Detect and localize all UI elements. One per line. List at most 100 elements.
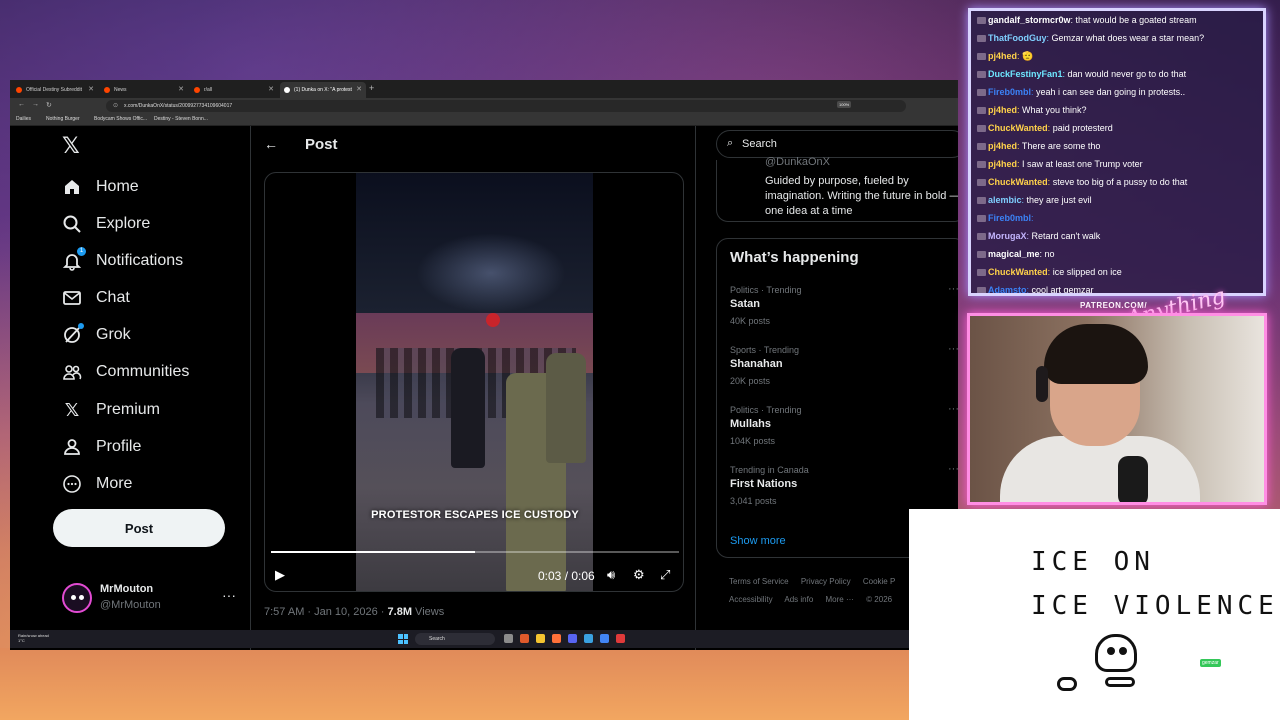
chat-text: paid protesterd [1050, 123, 1113, 133]
taskview-icon[interactable] [504, 634, 513, 643]
chat-username[interactable]: Adamsto [988, 285, 1027, 293]
person-icon [62, 437, 82, 457]
chat-username[interactable]: ChuckWanted [988, 267, 1048, 277]
chat-badge-icon [977, 143, 986, 151]
sidebar-item-explore[interactable]: Explore [62, 211, 150, 237]
chat-username[interactable]: pj4hed [988, 159, 1017, 169]
x-logo-icon[interactable]: 𝕏 [62, 134, 80, 159]
tab-x-post[interactable]: (1) Dunka on X: "A protest ✕ [280, 82, 366, 98]
forward-icon[interactable]: → [32, 101, 39, 108]
chat-username[interactable]: ChuckWanted [988, 123, 1048, 133]
chat-message: pj4hed: I saw at least one Trump voter [977, 159, 1143, 169]
footer-link-ads-info[interactable]: Ads info [784, 595, 813, 604]
more-horizontal-icon[interactable]: ··· [948, 343, 958, 355]
more-horizontal-icon[interactable]: ··· [948, 283, 958, 295]
bookmark-destiny[interactable]: Destiny - Steven Bonn... [154, 116, 208, 122]
bookmark-bodycam[interactable]: Bodycam Shows Offic... [94, 116, 147, 122]
sidebar-item-profile[interactable]: Profile [62, 434, 141, 460]
chat-badge-icon [977, 17, 986, 25]
chat-username[interactable]: pj4hed [988, 141, 1017, 151]
volume-icon[interactable]: 🔊︎ [607, 567, 615, 583]
sidebar-item-premium[interactable]: 𝕏 Premium [62, 397, 160, 423]
folder-icon[interactable] [536, 634, 545, 643]
footer-link-privacy[interactable]: Privacy Policy [801, 577, 851, 586]
chat-username[interactable]: ThatFoodGuy [988, 33, 1047, 43]
back-icon[interactable]: ← [18, 101, 25, 108]
browser-window: Official Destiny Subreddit ✕ News ✕ r/al… [10, 80, 958, 650]
search-input[interactable]: ⌕ Search [716, 130, 958, 158]
chat-message: ThatFoodGuy: Gemzar what does wear a sta… [977, 33, 1204, 43]
chat-username[interactable]: magical_me [988, 249, 1040, 259]
close-icon[interactable]: ✕ [88, 85, 94, 93]
app-icon[interactable] [584, 634, 593, 643]
chat-message: Fireb0mbl: yeah i can see dan going in p… [977, 87, 1185, 97]
tab-rall[interactable]: r/all ✕ [190, 82, 278, 98]
footer-link-accessibility[interactable]: Accessibility [729, 595, 773, 604]
chat-username[interactable]: Fireb0mbl [988, 213, 1031, 223]
more-horizontal-icon[interactable]: ··· [948, 463, 958, 475]
sidebar-item-more[interactable]: More [62, 471, 132, 497]
app-icon[interactable] [520, 634, 529, 643]
sidebar-item-notifications[interactable]: 1 Notifications [62, 247, 183, 274]
sidebar-item-grok[interactable]: Grok [62, 322, 131, 348]
footer-link-more[interactable]: More ··· [826, 595, 854, 604]
trend-item[interactable]: Politics · Trending Mullahs 104K posts ·… [730, 403, 958, 461]
skull-drawing [1095, 634, 1137, 672]
chat-separator: : [1031, 213, 1034, 223]
chat-badge-icon [977, 161, 986, 169]
settings-gear-icon[interactable]: ⚙ [633, 567, 645, 583]
more-horizontal-icon[interactable]: ··· [948, 403, 958, 415]
sidebar-item-chat[interactable]: Chat [62, 285, 130, 311]
chat-username[interactable]: alembic [988, 195, 1022, 205]
taskbar-search[interactable]: Search [415, 633, 495, 645]
weather-widget[interactable]: Rain/snow ahead 1°C [18, 633, 49, 643]
url-input[interactable]: ⊙ x.com/DunkaOnX/status/2009927734109604… [106, 100, 906, 112]
close-icon[interactable]: ✕ [268, 85, 274, 93]
chrome-icon[interactable] [600, 634, 609, 643]
trend-item[interactable]: Politics · Trending Satan 40K posts ··· [730, 283, 958, 341]
close-icon[interactable]: ✕ [356, 85, 362, 93]
sidebar-item-communities[interactable]: Communities [62, 359, 189, 385]
chat-username[interactable]: pj4hed [988, 105, 1017, 115]
video-progress-bar[interactable] [271, 551, 679, 553]
chat-username[interactable]: ChuckWanted [988, 177, 1048, 187]
sidebar-item-label: Home [96, 178, 139, 195]
chat-username[interactable]: DuckFestinyFan1 [988, 69, 1063, 79]
account-switcher[interactable]: MrMouton @MrMouton ··· [62, 581, 242, 617]
footer-link-cookie[interactable]: Cookie P [863, 577, 895, 586]
chat-username[interactable]: Fireb0mbl [988, 87, 1031, 97]
close-icon[interactable]: ✕ [178, 85, 184, 93]
fullscreen-icon[interactable]: ⤢ [660, 567, 670, 583]
chat-username[interactable]: MorugaX [988, 231, 1027, 241]
back-arrow-icon[interactable]: ← [264, 136, 278, 152]
tab-news[interactable]: News ✕ [100, 82, 188, 98]
tab-label: r/all [204, 87, 213, 93]
profile-card-handle[interactable]: @DunkaOnX [765, 156, 830, 168]
more-horizontal-icon[interactable]: ··· [222, 587, 236, 603]
obs-icon[interactable] [616, 634, 625, 643]
windows-start-icon[interactable] [398, 634, 408, 644]
firefox-icon[interactable] [552, 634, 561, 643]
show-more-link[interactable]: Show more [730, 535, 786, 547]
chat-username[interactable]: gandalf_stormcr0w [988, 15, 1071, 25]
bookmark-nothing-burger[interactable]: Nothing Burger [46, 116, 80, 122]
chat-message: pj4hed: What you think? [977, 105, 1087, 115]
footer-link-terms[interactable]: Terms of Service [729, 577, 789, 586]
video-player[interactable]: PROTESTOR ESCAPES ICE CUSTODY ▶ 0:03 / 0… [264, 172, 684, 592]
site-info-icon[interactable]: ⊙ [113, 102, 118, 109]
post-button[interactable]: Post [53, 509, 225, 547]
search-icon [62, 214, 82, 234]
new-tab-icon[interactable]: + [369, 83, 374, 93]
play-icon[interactable]: ▶ [275, 567, 285, 583]
chat-username[interactable]: pj4hed [988, 51, 1017, 61]
post-timestamp[interactable]: 7:57 AM · Jan 10, 2026 · [264, 606, 388, 618]
trend-item[interactable]: Sports · Trending Shanahan 20K posts ··· [730, 343, 958, 401]
zoom-badge[interactable]: 100% [837, 101, 852, 108]
chat-message: ChuckWanted: steve too big of a pussy to… [977, 177, 1187, 187]
sidebar-item-home[interactable]: Home [62, 174, 139, 200]
discord-icon[interactable] [568, 634, 577, 643]
bookmark-dailies[interactable]: Dailies [16, 116, 31, 122]
chat-message: gandalf_stormcr0w: that would be a goate… [977, 15, 1197, 25]
reload-icon[interactable]: ↻ [46, 101, 52, 109]
tab-destiny-subreddit[interactable]: Official Destiny Subreddit ✕ [12, 82, 98, 98]
